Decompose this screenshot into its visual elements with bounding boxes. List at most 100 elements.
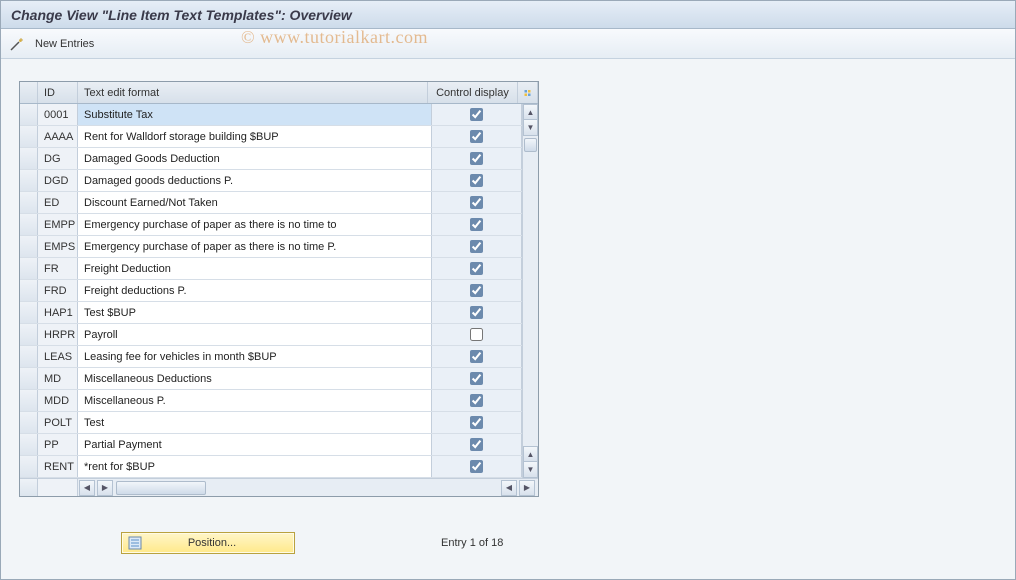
cell-control[interactable] bbox=[432, 456, 522, 477]
control-checkbox[interactable] bbox=[470, 152, 483, 165]
hscroll-left2-icon[interactable]: ◀ bbox=[501, 480, 517, 496]
cell-text[interactable]: Emergency purchase of paper as there is … bbox=[78, 214, 432, 235]
row-selector[interactable] bbox=[20, 368, 38, 389]
cell-id[interactable]: AAAA bbox=[38, 126, 78, 147]
cell-id[interactable]: HRPR bbox=[38, 324, 78, 345]
scroll-up2-icon[interactable]: ▲ bbox=[523, 446, 538, 462]
row-selector[interactable] bbox=[20, 192, 38, 213]
table-row[interactable]: EDDiscount Earned/Not Taken bbox=[20, 192, 522, 214]
table-row[interactable]: EMPPEmergency purchase of paper as there… bbox=[20, 214, 522, 236]
table-row[interactable]: AAAARent for Walldorf storage building $… bbox=[20, 126, 522, 148]
row-selector[interactable] bbox=[20, 280, 38, 301]
cell-control[interactable] bbox=[432, 434, 522, 455]
scroll-thumb[interactable] bbox=[524, 138, 537, 152]
cell-control[interactable] bbox=[432, 214, 522, 235]
table-row[interactable]: MDMiscellaneous Deductions bbox=[20, 368, 522, 390]
control-checkbox[interactable] bbox=[470, 460, 483, 473]
cell-id[interactable]: HAP1 bbox=[38, 302, 78, 323]
cell-control[interactable] bbox=[432, 368, 522, 389]
row-selector[interactable] bbox=[20, 258, 38, 279]
row-selector[interactable] bbox=[20, 170, 38, 191]
cell-text[interactable]: Emergency purchase of paper as there is … bbox=[78, 236, 432, 257]
cell-id[interactable]: 0001 bbox=[38, 104, 78, 125]
row-selector[interactable] bbox=[20, 236, 38, 257]
new-entries-button[interactable]: New Entries bbox=[35, 38, 94, 50]
table-row[interactable]: RENT*rent for $BUP bbox=[20, 456, 522, 478]
row-selector[interactable] bbox=[20, 126, 38, 147]
cell-control[interactable] bbox=[432, 390, 522, 411]
control-checkbox[interactable] bbox=[470, 262, 483, 275]
table-row[interactable]: FRDFreight deductions P. bbox=[20, 280, 522, 302]
control-checkbox[interactable] bbox=[470, 350, 483, 363]
cell-text[interactable]: Substitute Tax bbox=[78, 104, 432, 125]
scroll-down2-icon[interactable]: ▼ bbox=[523, 462, 538, 478]
table-row[interactable]: FRFreight Deduction bbox=[20, 258, 522, 280]
control-checkbox[interactable] bbox=[470, 416, 483, 429]
row-selector[interactable] bbox=[20, 302, 38, 323]
control-checkbox[interactable] bbox=[470, 306, 483, 319]
hscroll-left-icon[interactable]: ◀ bbox=[79, 480, 95, 496]
cell-control[interactable] bbox=[432, 412, 522, 433]
cell-id[interactable]: MD bbox=[38, 368, 78, 389]
table-row[interactable]: PPPartial Payment bbox=[20, 434, 522, 456]
table-row[interactable]: DGDDamaged goods deductions P. bbox=[20, 170, 522, 192]
column-configure[interactable] bbox=[518, 82, 538, 103]
vertical-scrollbar[interactable]: ▲ ▼ ▲ ▼ bbox=[522, 104, 538, 478]
cell-control[interactable] bbox=[432, 126, 522, 147]
control-checkbox[interactable] bbox=[470, 196, 483, 209]
control-checkbox[interactable] bbox=[470, 174, 483, 187]
cell-id[interactable]: PP bbox=[38, 434, 78, 455]
cell-text[interactable]: Partial Payment bbox=[78, 434, 432, 455]
cell-control[interactable] bbox=[432, 346, 522, 367]
table-row[interactable]: HRPRPayroll bbox=[20, 324, 522, 346]
cell-id[interactable]: FRD bbox=[38, 280, 78, 301]
cell-id[interactable]: POLT bbox=[38, 412, 78, 433]
table-row[interactable]: 0001Substitute Tax bbox=[20, 104, 522, 126]
cell-id[interactable]: ED bbox=[38, 192, 78, 213]
cell-text[interactable]: Payroll bbox=[78, 324, 432, 345]
scroll-up-icon[interactable]: ▲ bbox=[523, 104, 538, 120]
table-row[interactable]: EMPSEmergency purchase of paper as there… bbox=[20, 236, 522, 258]
hscroll-thumb[interactable] bbox=[116, 481, 206, 495]
control-checkbox[interactable] bbox=[470, 108, 483, 121]
position-button[interactable]: Position... bbox=[121, 532, 295, 554]
table-row[interactable]: MDDMiscellaneous P. bbox=[20, 390, 522, 412]
table-row[interactable]: DGDamaged Goods Deduction bbox=[20, 148, 522, 170]
row-selector[interactable] bbox=[20, 104, 38, 125]
cell-id[interactable]: EMPP bbox=[38, 214, 78, 235]
control-checkbox[interactable] bbox=[470, 240, 483, 253]
cell-id[interactable]: RENT bbox=[38, 456, 78, 477]
cell-text[interactable]: Miscellaneous Deductions bbox=[78, 368, 432, 389]
cell-id[interactable]: DG bbox=[38, 148, 78, 169]
cell-text[interactable]: Discount Earned/Not Taken bbox=[78, 192, 432, 213]
hscroll-right-icon[interactable]: ▶ bbox=[97, 480, 113, 496]
column-row-selector[interactable] bbox=[20, 82, 38, 103]
control-checkbox[interactable] bbox=[470, 284, 483, 297]
control-checkbox[interactable] bbox=[470, 438, 483, 451]
row-selector[interactable] bbox=[20, 390, 38, 411]
row-selector[interactable] bbox=[20, 434, 38, 455]
column-id[interactable]: ID bbox=[38, 82, 78, 103]
magic-wand-icon[interactable] bbox=[9, 36, 25, 52]
cell-text[interactable]: Test bbox=[78, 412, 432, 433]
cell-text[interactable]: Test $BUP bbox=[78, 302, 432, 323]
cell-text[interactable]: Freight Deduction bbox=[78, 258, 432, 279]
cell-id[interactable]: FR bbox=[38, 258, 78, 279]
cell-text[interactable]: Leasing fee for vehicles in month $BUP bbox=[78, 346, 432, 367]
cell-control[interactable] bbox=[432, 236, 522, 257]
scroll-track[interactable] bbox=[523, 136, 538, 446]
row-selector[interactable] bbox=[20, 214, 38, 235]
horizontal-scrollbar[interactable]: ◀ ▶ ◀ ▶ bbox=[20, 478, 538, 496]
control-checkbox[interactable] bbox=[470, 394, 483, 407]
hscroll-right2-icon[interactable]: ▶ bbox=[519, 480, 535, 496]
cell-text[interactable]: *rent for $BUP bbox=[78, 456, 432, 477]
control-checkbox[interactable] bbox=[470, 372, 483, 385]
cell-text[interactable]: Damaged goods deductions P. bbox=[78, 170, 432, 191]
table-row[interactable]: HAP1Test $BUP bbox=[20, 302, 522, 324]
row-selector[interactable] bbox=[20, 324, 38, 345]
cell-text[interactable]: Freight deductions P. bbox=[78, 280, 432, 301]
row-selector[interactable] bbox=[20, 346, 38, 367]
cell-id[interactable]: MDD bbox=[38, 390, 78, 411]
cell-control[interactable] bbox=[432, 148, 522, 169]
row-selector[interactable] bbox=[20, 148, 38, 169]
